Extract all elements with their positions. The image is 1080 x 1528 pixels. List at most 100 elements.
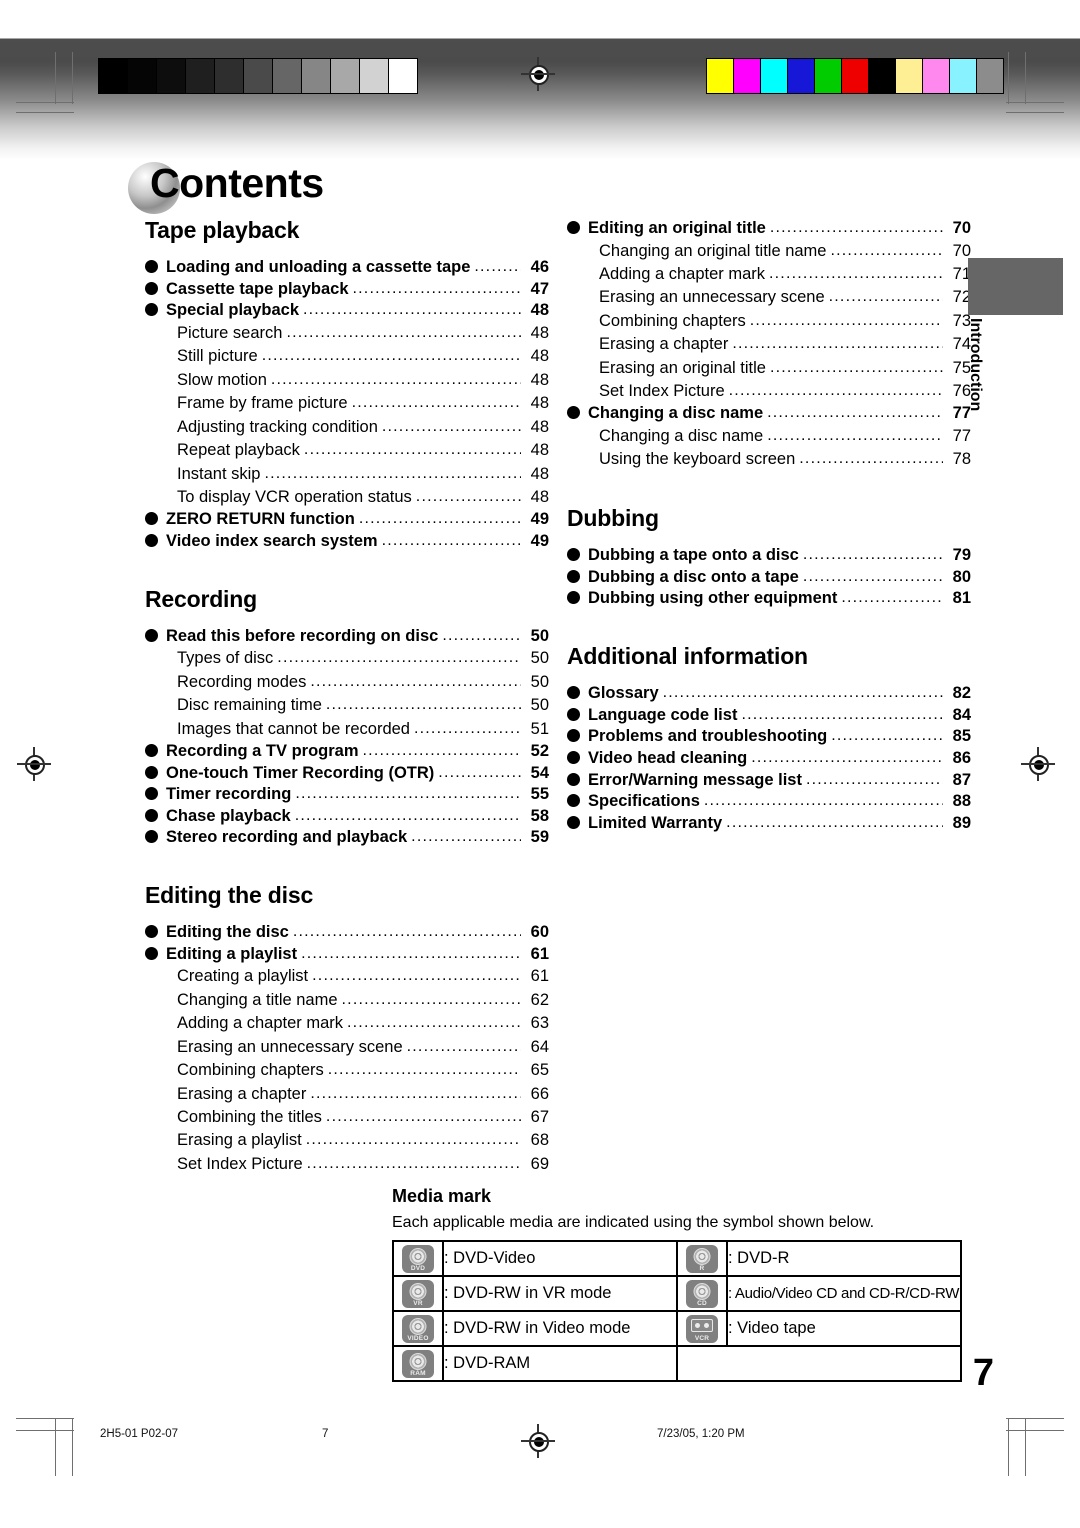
- bullet-icon: [145, 830, 158, 844]
- toc-entry-page: 80: [952, 567, 971, 586]
- toc-entry[interactable]: Dubbing a disc onto a tape 80: [567, 567, 971, 589]
- toc-entry[interactable]: Timer recording 55: [145, 784, 549, 806]
- toc-entry[interactable]: Adding a chapter mark 63: [145, 1012, 549, 1035]
- toc-entry-page: 51: [530, 719, 549, 738]
- toc-entry[interactable]: Erasing a chapter 66: [145, 1083, 549, 1106]
- toc-entry-label: Glossary: [588, 684, 659, 703]
- toc-entry[interactable]: Set Index Picture76: [567, 380, 971, 403]
- toc-entry[interactable]: Stereo recording and playback 59: [145, 827, 549, 849]
- toc-entry-label: Recording a TV program: [166, 742, 359, 761]
- toc-entry[interactable]: Instant skip 48: [145, 463, 549, 486]
- toc-entry[interactable]: Editing the disc 60: [145, 922, 549, 944]
- dot-leader: [382, 415, 521, 438]
- toc-entry[interactable]: Erasing a playlist 68: [145, 1129, 549, 1152]
- toc-entry-label: Adjusting tracking condition: [177, 417, 378, 436]
- dot-leader: [301, 943, 521, 965]
- toc-entry[interactable]: Changing a disc name77: [567, 403, 971, 425]
- toc-entry[interactable]: Images that cannot be recorded 51: [145, 718, 549, 741]
- toc-entry[interactable]: Recording a TV program 52: [145, 741, 549, 763]
- toc-entry[interactable]: Limited Warranty 89: [567, 813, 971, 835]
- media-icon-caption: VIDEO: [407, 1334, 429, 1342]
- toc-entry-page: 52: [530, 742, 549, 761]
- bullet-icon: [567, 569, 580, 583]
- toc-entry-page: 79: [952, 546, 971, 565]
- toc-entry[interactable]: Frame by frame picture 48: [145, 392, 549, 415]
- dot-leader: [307, 1152, 521, 1175]
- toc-entry-page: 82: [952, 684, 971, 703]
- toc-entry[interactable]: Using the keyboard screen 78: [567, 448, 971, 471]
- toc-entry[interactable]: To display VCR operation status 48: [145, 486, 549, 509]
- toc-entry-label: Combining chapters: [599, 311, 746, 330]
- toc-entry[interactable]: Glossary 82: [567, 683, 971, 705]
- dot-leader: [767, 424, 943, 447]
- toc-section-heading: Dubbing: [567, 504, 659, 531]
- toc-entry[interactable]: Adjusting tracking condition 48: [145, 416, 549, 439]
- dot-leader: [732, 332, 943, 355]
- disc-glyph-icon: [409, 1317, 427, 1335]
- toc-section-heading: Tape playback: [145, 217, 300, 243]
- toc-entry[interactable]: Cassette tape playback 47: [145, 279, 549, 301]
- toc-entry[interactable]: Problems and troubleshooting 85: [567, 726, 971, 748]
- toc-entry[interactable]: Adding a chapter mark71: [567, 263, 971, 286]
- toc-entry-page: 48: [530, 301, 549, 320]
- dot-leader: [382, 530, 521, 552]
- dot-leader: [803, 544, 943, 566]
- toc-entry[interactable]: Slow motion 48: [145, 369, 549, 392]
- toc-entry[interactable]: Editing a playlist 61: [145, 944, 549, 966]
- toc-entry[interactable]: Combining the titles 67: [145, 1106, 549, 1129]
- toc-entry[interactable]: Types of disc 50: [145, 647, 549, 670]
- toc-entry-page: 61: [530, 944, 549, 963]
- toc-entry[interactable]: One-touch Timer Recording (OTR) 54: [145, 763, 549, 785]
- toc-entry-label: Loading and unloading a cassette tape: [166, 258, 471, 277]
- toc-entry[interactable]: Disc remaining time 50: [145, 694, 549, 717]
- toc-entry[interactable]: Special playback 48: [145, 300, 549, 322]
- toc-entry[interactable]: Chase playback 58: [145, 806, 549, 828]
- toc-entry-label: Erasing an unnecessary scene: [599, 288, 825, 307]
- toc-entry[interactable]: Combining chapters 65: [145, 1059, 549, 1082]
- toc-entry[interactable]: Recording modes 50: [145, 671, 549, 694]
- toc-entry-page: 89: [952, 813, 971, 832]
- toc-entry[interactable]: Specifications 88: [567, 791, 971, 813]
- toc-entry[interactable]: Loading and unloading a cassette tape 46: [145, 257, 549, 279]
- toc-entry[interactable]: Still picture 48: [145, 345, 549, 368]
- toc-entry[interactable]: Dubbing using other equipment 81: [567, 588, 971, 610]
- toc-entry[interactable]: Repeat playback 48: [145, 439, 549, 462]
- toc-right-column: Editing an original title 70 Changing an o…: [567, 218, 971, 834]
- dot-leader: [829, 285, 943, 308]
- toc-entry[interactable]: Picture search 48: [145, 322, 549, 345]
- toc-entry[interactable]: Set Index Picture 69: [145, 1153, 549, 1176]
- media-icon-caption: CD: [697, 1299, 707, 1307]
- table-row: VR: DVD-RW in VR mode CD: Audio/Video CD …: [392, 1275, 962, 1312]
- toc-entry[interactable]: Erasing a chapter74: [567, 333, 971, 356]
- dot-leader: [353, 278, 521, 300]
- toc-entry[interactable]: Erasing an original title75: [567, 357, 971, 380]
- dot-leader: [411, 826, 521, 848]
- dot-leader: [312, 964, 521, 987]
- toc-entry[interactable]: Erasing an unnecessary scene72: [567, 286, 971, 309]
- toc-entry[interactable]: Read this before recording on disc 50: [145, 626, 549, 648]
- toc-entry[interactable]: Video index search system 49: [145, 531, 549, 553]
- toc-entry[interactable]: Editing an original title 70: [567, 218, 971, 240]
- toc-entry[interactable]: Changing a title name 62: [145, 989, 549, 1012]
- dot-leader: [295, 783, 521, 805]
- page-title-text: Contents: [150, 160, 324, 206]
- toc-entry-page: 59: [530, 828, 549, 847]
- toc-entry[interactable]: Changing a disc name77: [567, 425, 971, 448]
- toc-entry[interactable]: Video head cleaning 86: [567, 748, 971, 770]
- toc-entry-page: 70: [952, 219, 971, 237]
- toc-entry[interactable]: Dubbing a tape onto a disc 79: [567, 545, 971, 567]
- toc-entry[interactable]: Creating a playlist 61: [145, 965, 549, 988]
- toc-entry[interactable]: ZERO RETURN function 49: [145, 509, 549, 531]
- toc-entry[interactable]: Combining chapters73: [567, 310, 971, 333]
- toc-entry[interactable]: Changing an original title name70: [567, 240, 971, 263]
- page-number-large: 7: [972, 1352, 994, 1394]
- toc-entry-label: Cassette tape playback: [166, 279, 349, 298]
- toc-entry-label: Erasing a playlist: [177, 1131, 302, 1150]
- heading-spacer: [567, 531, 971, 545]
- toc-entry[interactable]: Erasing an unnecessary scene 64: [145, 1036, 549, 1059]
- toc-entry[interactable]: Language code list 84: [567, 705, 971, 727]
- toc-entry-page: 64: [530, 1037, 549, 1056]
- toc-entry-label: Changing an original title name: [599, 241, 827, 260]
- toc-entry[interactable]: Error/Warning message list 87: [567, 770, 971, 792]
